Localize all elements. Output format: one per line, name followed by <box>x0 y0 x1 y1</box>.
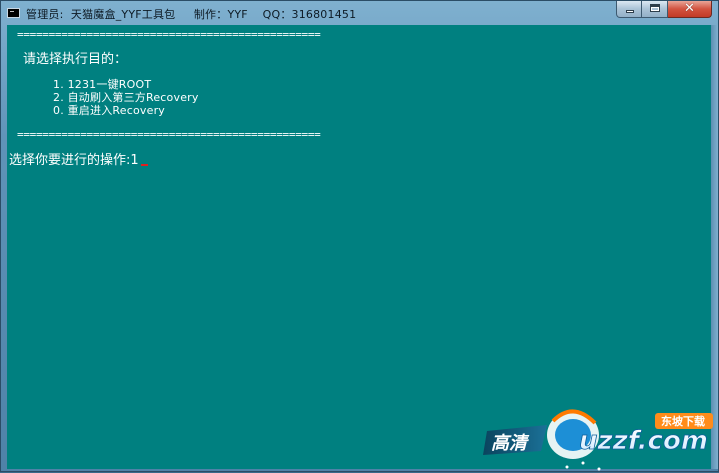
text-cursor <box>140 164 148 166</box>
title-bar[interactable]: 管理员: 天猫魔盒_YYF工具包 制作：YYF QQ：316801451 ✕ <box>1 1 718 25</box>
watermark-dot <box>597 467 601 471</box>
close-icon: ✕ <box>684 1 695 16</box>
separator-top: ========================================… <box>17 28 321 41</box>
menu-item-root: 1. 1231一键ROOT <box>53 78 152 91</box>
menu-item-flash-recovery: 2. 自动刷入第三方Recovery <box>53 91 199 104</box>
watermark-badge-text: 东坡下载 <box>661 414 705 428</box>
close-button[interactable]: ✕ <box>668 1 712 18</box>
maximize-icon <box>650 4 660 12</box>
console-icon[interactable] <box>7 8 20 18</box>
watermark: 高清 uzzf.com 东坡下载 <box>483 409 713 471</box>
window-right-frame <box>711 25 718 469</box>
input-line[interactable]: 选择你要进行的操作:1 <box>9 154 148 168</box>
console-output[interactable]: ========================================… <box>7 25 713 469</box>
input-prompt: 选择你要进行的操作: <box>9 153 131 168</box>
watermark-left-text: 高清 <box>491 433 530 454</box>
caption-buttons: ✕ <box>616 1 712 18</box>
minimize-icon <box>626 10 634 13</box>
separator-bottom: ========================================… <box>17 128 321 141</box>
prompt-title: 请选择执行目的： <box>23 52 128 67</box>
watermark-dot <box>565 465 569 469</box>
watermark-brand: uzzf.com <box>579 426 708 456</box>
console-window: 管理员: 天猫魔盒_YYF工具包 制作：YYF QQ：316801451 ✕ =… <box>0 0 719 472</box>
minimize-button[interactable] <box>616 1 642 18</box>
maximize-button[interactable] <box>642 1 668 18</box>
watermark-dot <box>581 461 585 465</box>
input-value[interactable]: 1 <box>130 153 138 168</box>
menu-item-reboot-recovery: 0. 重启进入Recovery <box>53 104 165 117</box>
window-title: 管理员: 天猫魔盒_YYF工具包 制作：YYF QQ：316801451 <box>26 8 357 21</box>
